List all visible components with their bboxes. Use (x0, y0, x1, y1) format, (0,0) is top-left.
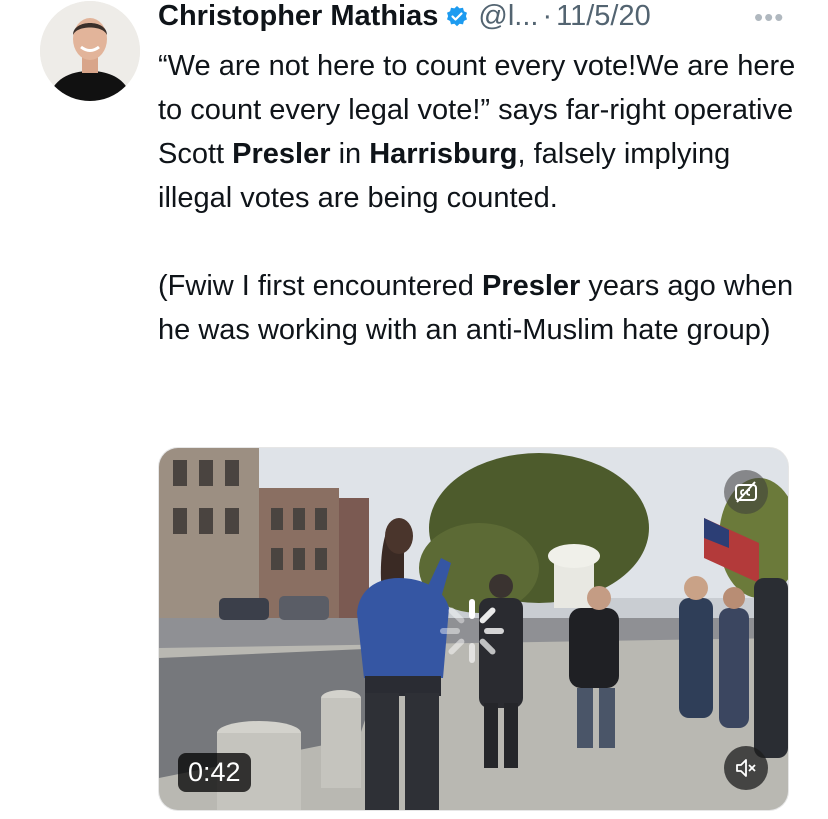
more-icon[interactable]: ••• (754, 2, 784, 33)
highlight-presler: Presler (481, 270, 581, 302)
author-name[interactable]: Christopher Mathias (158, 0, 438, 33)
volume-muted-icon[interactable] (724, 746, 768, 790)
highlight-harrisburg: Harrisburg (369, 138, 518, 170)
verified-badge-icon (445, 4, 469, 28)
header-separator: · (542, 0, 553, 32)
text-run: (Fwiw I first encountered (158, 270, 482, 302)
author-handle[interactable]: @l... (478, 0, 538, 33)
avatar-photo (40, 1, 140, 101)
tweet-body: “We are not here to count every vote!We … (158, 44, 798, 352)
captions-off-icon[interactable] (724, 470, 768, 514)
tweet-date[interactable]: 11/5/20 (556, 0, 651, 33)
author-avatar[interactable] (40, 1, 140, 101)
video-player[interactable]: 0:42 (158, 447, 789, 811)
highlight-presler: Presler (232, 138, 331, 170)
tweet-header: Christopher Mathias @l... · 11/5/20 (158, 0, 651, 36)
loading-spinner-icon (440, 599, 504, 663)
video-duration: 0:42 (178, 753, 251, 792)
tweet-paragraph-2: (Fwiw I first encountered Presler years … (158, 264, 798, 352)
text-run: in (330, 138, 370, 170)
tweet-paragraph-1: “We are not here to count every vote!We … (158, 44, 798, 220)
